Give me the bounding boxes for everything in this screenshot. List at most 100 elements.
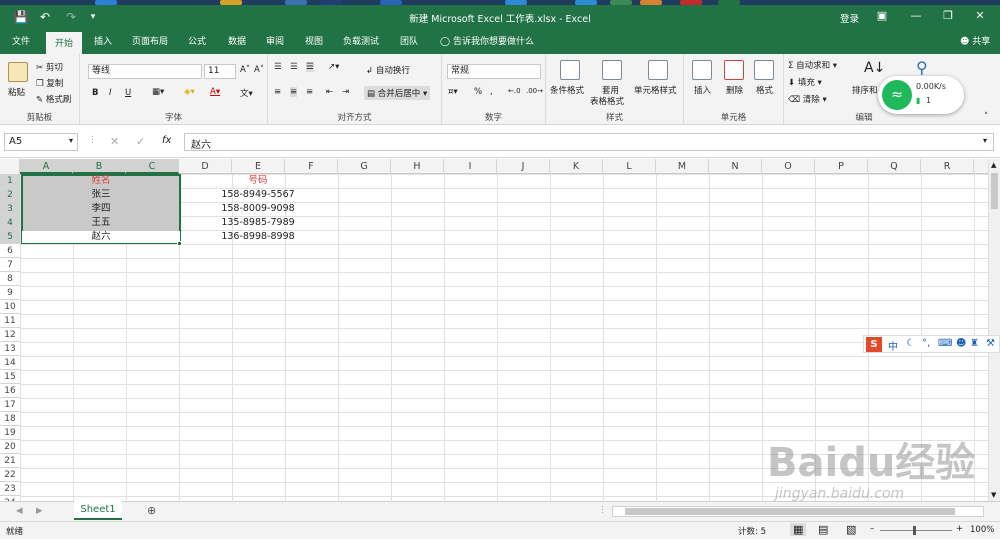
font-name-select[interactable]: 等线 — [88, 64, 202, 79]
confirm-entry-icon[interactable]: ✓ — [136, 135, 145, 148]
tab-file[interactable]: 文件 — [12, 35, 30, 49]
row-header[interactable]: 10 — [0, 300, 20, 314]
shrink-font-icon[interactable]: A˅ — [254, 65, 264, 75]
column-header[interactable]: A — [20, 159, 73, 174]
prev-sheet-icon[interactable]: ◀ — [16, 506, 23, 516]
phone-cell[interactable]: 136-8998-8998 — [206, 230, 310, 244]
row-header[interactable]: 20 — [0, 440, 20, 454]
tell-me-search[interactable]: ◯ 告诉我你想要做什么 — [440, 35, 534, 49]
align-right-icon[interactable]: ≡ — [306, 87, 313, 97]
merge-center-button[interactable]: ▤ 合并后居中 ▾ — [364, 86, 431, 100]
number-format-select[interactable]: 常规 — [447, 64, 541, 79]
column-header[interactable]: F — [285, 159, 338, 174]
zoom-slider-thumb[interactable] — [913, 526, 916, 535]
ime-mode[interactable]: 中 — [888, 338, 898, 353]
keyboard-icon[interactable]: ⌨ — [938, 338, 952, 349]
network-speed-widget[interactable]: ≈ 0.00K/s ▮ 1 — [878, 76, 964, 114]
wrench-icon[interactable]: ⚒ — [986, 338, 995, 349]
currency-icon[interactable]: ¤▾ — [448, 87, 458, 97]
row-header[interactable]: 9 — [0, 286, 20, 300]
border-icon[interactable]: ▦▾ — [152, 87, 164, 97]
tab-insert[interactable]: 插入 — [94, 35, 112, 49]
user-icon[interactable]: ☻ — [956, 338, 966, 349]
row-header[interactable]: 18 — [0, 412, 20, 426]
row-header[interactable]: 6 — [0, 244, 20, 258]
column-header[interactable]: M — [656, 159, 709, 174]
login-link[interactable]: 登录 — [840, 11, 859, 25]
row-header[interactable]: 12 — [0, 328, 20, 342]
align-center-icon[interactable]: ≡ — [290, 87, 298, 97]
paste-button[interactable]: 粘贴 — [8, 86, 25, 98]
column-header[interactable]: H — [391, 159, 444, 174]
row-header[interactable]: 23 — [0, 482, 20, 496]
column-header[interactable]: D — [179, 159, 232, 174]
next-sheet-icon[interactable]: ▶ — [36, 506, 43, 516]
fill-button[interactable]: ⬇ 填充 ▾ — [788, 76, 822, 88]
row-header[interactable]: 3 — [0, 202, 20, 216]
split-handle-icon[interactable]: ⋮ — [598, 505, 607, 515]
zoom-slider[interactable] — [880, 530, 952, 531]
skin-icon[interactable]: ♜ — [970, 338, 979, 349]
column-header[interactable]: P — [815, 159, 868, 174]
ribbon-display-icon[interactable]: ▣ — [872, 9, 892, 22]
tab-view[interactable]: 视图 — [305, 35, 323, 49]
restore-icon[interactable]: ❐ — [938, 9, 958, 22]
column-header[interactable]: Q — [868, 159, 921, 174]
tab-load-test[interactable]: 负载测试 — [343, 35, 379, 49]
column-header[interactable]: O — [762, 159, 815, 174]
wrap-text-button[interactable]: ↲ 自动换行 — [366, 64, 410, 76]
column-header[interactable]: L — [603, 159, 656, 174]
paste-icon[interactable] — [8, 62, 28, 82]
punctuation-icon[interactable]: °, — [922, 338, 930, 349]
zoom-level[interactable]: 100% — [970, 525, 994, 535]
row-header[interactable]: 1 — [0, 174, 20, 188]
zoom-out-icon[interactable]: – — [870, 524, 874, 534]
column-header[interactable]: I — [444, 159, 497, 174]
grow-font-icon[interactable]: A˄ — [240, 65, 250, 75]
decrease-indent-icon[interactable]: ⇤ — [326, 87, 333, 97]
name-cell[interactable]: 张三 — [22, 188, 180, 202]
name-header-cell[interactable]: 姓名 — [22, 174, 180, 188]
sort-filter-button[interactable]: 排序和 — [852, 84, 878, 96]
name-cell[interactable]: 王五 — [22, 216, 180, 230]
row-header[interactable]: 19 — [0, 426, 20, 440]
name-cell[interactable]: 赵六 — [22, 230, 180, 244]
row-header[interactable]: 11 — [0, 314, 20, 328]
font-color-icon[interactable]: A▾ — [210, 87, 220, 97]
sheet-tab-sheet1[interactable]: Sheet1 — [74, 501, 122, 520]
name-cell[interactable]: 李四 — [22, 202, 180, 216]
collapse-ribbon-icon[interactable]: ˄ — [984, 112, 988, 122]
autosum-button[interactable]: Σ 自动求和 ▾ — [788, 59, 837, 71]
column-header[interactable]: E — [232, 159, 285, 174]
delete-cells-button[interactable]: 删除 — [726, 84, 743, 96]
table-format-button[interactable]: 表格格式 — [590, 95, 624, 107]
align-left-icon[interactable]: ≡ — [274, 87, 281, 97]
column-header[interactable]: R — [921, 159, 974, 174]
row-header[interactable]: 21 — [0, 454, 20, 468]
page-layout-view-icon[interactable]: ▤ — [818, 523, 828, 536]
row-header[interactable]: 4 — [0, 216, 20, 230]
row-header[interactable]: 16 — [0, 384, 20, 398]
phone-cell[interactable]: 158-8009-9098 — [206, 202, 310, 216]
row-header[interactable]: 13 — [0, 342, 20, 356]
orientation-icon[interactable]: ↗▾ — [328, 62, 339, 72]
row-header[interactable]: 5 — [0, 230, 20, 244]
insert-cells-button[interactable]: 插入 — [694, 84, 711, 96]
formula-input[interactable]: 赵六 ▾ — [184, 133, 994, 151]
format-cells-button[interactable]: 格式 — [756, 84, 773, 96]
share-button[interactable]: ☻ 共享 — [960, 35, 990, 49]
bottom-align-icon[interactable]: ☰ — [306, 62, 314, 72]
horizontal-scroll-thumb[interactable] — [625, 508, 955, 515]
cell-styles-button[interactable]: 单元格样式 — [634, 84, 677, 96]
ime-toolbar[interactable]: S 中 ☾ °, ⌨ ☻ ♜ ⚒ — [863, 335, 1000, 353]
row-header[interactable]: 15 — [0, 370, 20, 384]
phone-cell[interactable]: 158-8949-5567 — [206, 188, 310, 202]
font-size-select[interactable]: 11 — [204, 64, 236, 79]
cut-button[interactable]: ✂ 剪切 — [36, 61, 63, 73]
conditional-format-button[interactable]: 条件格式 — [550, 84, 584, 96]
bold-button[interactable]: B — [92, 88, 98, 98]
column-header[interactable]: B — [73, 159, 126, 174]
column-header[interactable]: G — [338, 159, 391, 174]
row-header[interactable]: 17 — [0, 398, 20, 412]
normal-view-icon[interactable]: ▦ — [790, 523, 807, 536]
